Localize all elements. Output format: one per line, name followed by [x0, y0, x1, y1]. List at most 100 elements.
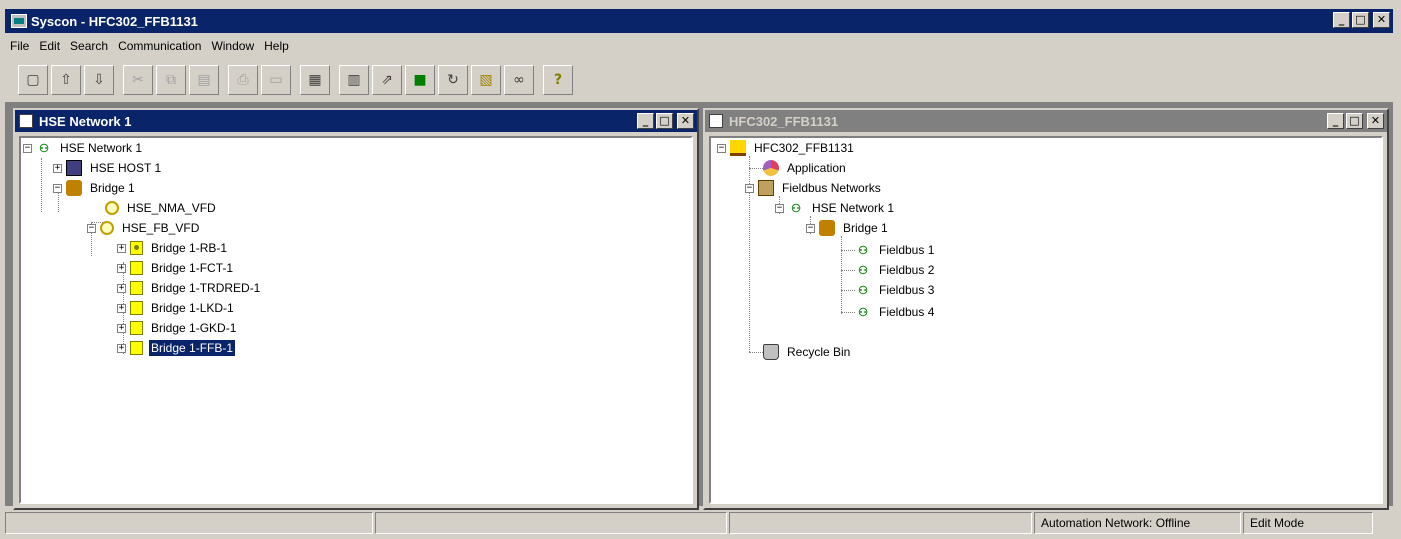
- maximize-icon[interactable]: □: [1352, 12, 1369, 28]
- mdi-area: HSE Network 1 _ □ ✕ − ⚇ HSE Network 1 +: [5, 102, 1393, 510]
- hfc302-tree[interactable]: − HFC302_FFB1131 Application − Fieldbus …: [709, 136, 1383, 504]
- hse-network-window: HSE Network 1 _ □ ✕ − ⚇ HSE Network 1 +: [13, 108, 699, 510]
- tree-item[interactable]: Application: [763, 158, 848, 178]
- tree-item[interactable]: − ⚇ HSE Network 1: [775, 198, 896, 218]
- cut-icon: ✂: [132, 72, 144, 88]
- online-icon: ■: [413, 72, 427, 88]
- close-icon[interactable]: ✕: [1367, 113, 1384, 129]
- collapse-icon[interactable]: −: [23, 143, 32, 153]
- collapse-icon[interactable]: −: [775, 203, 784, 213]
- expand-icon[interactable]: +: [117, 283, 126, 293]
- menu-search[interactable]: Search: [65, 39, 113, 53]
- paste-button[interactable]: ▤: [189, 65, 219, 95]
- hfc302-window-controls: _ □ ✕: [1327, 113, 1384, 129]
- save-button[interactable]: ⇩: [84, 65, 114, 95]
- tree-item[interactable]: − ⚇ HSE Network 1: [23, 138, 144, 158]
- menu-window[interactable]: Window: [206, 39, 259, 53]
- network-icon: ⚇: [858, 306, 868, 319]
- tree-item[interactable]: + Bridge 1-GKD-1: [117, 318, 238, 338]
- hse-network-titlebar[interactable]: HSE Network 1 _ □ ✕: [15, 110, 697, 132]
- tree-item[interactable]: + Bridge 1-RB-1: [117, 238, 229, 258]
- tree-item[interactable]: + Bridge 1-LKD-1: [117, 298, 236, 318]
- tree-item[interactable]: ⚇ Fieldbus 1: [855, 240, 936, 260]
- tree-item[interactable]: − HFC302_FFB1131: [717, 138, 856, 158]
- tree-item[interactable]: HSE_NMA_VFD: [105, 198, 218, 218]
- expand-icon[interactable]: +: [53, 163, 62, 173]
- tree-item[interactable]: ⚇ Fieldbus 3: [855, 280, 936, 300]
- tree-item[interactable]: + Bridge 1-FCT-1: [117, 258, 235, 278]
- status-bar: Automation Network: Offline Edit Mode: [5, 512, 1393, 536]
- close-icon[interactable]: ✕: [1373, 12, 1390, 28]
- new-button[interactable]: ▢: [18, 65, 48, 95]
- function-block-icon: [130, 281, 143, 295]
- network-icon: ⚇: [858, 264, 868, 277]
- application-icon: [763, 160, 779, 176]
- tree-item[interactable]: − HSE_FB_VFD: [87, 218, 201, 238]
- recycle-bin-icon: [763, 344, 779, 360]
- minimize-icon[interactable]: _: [637, 113, 654, 129]
- tree-item[interactable]: + Bridge 1-TRDRED-1: [117, 278, 262, 298]
- collapse-icon[interactable]: −: [745, 183, 754, 193]
- expand-icon[interactable]: +: [117, 263, 126, 273]
- toolbar: ▢ ⇧ ⇩ ✂ ⧉ ▤ ⎙ ▭ ▦ ▥ ⇗ ■ ↻ ▧ ∞ ?: [18, 64, 573, 96]
- app-titlebar[interactable]: Syscon - HFC302_FFB1131 _ □ ✕: [5, 9, 1393, 33]
- collapse-icon[interactable]: −: [806, 223, 815, 233]
- network-icon: ⚇: [858, 244, 868, 257]
- document-icon: [709, 114, 723, 128]
- preview-button[interactable]: ▭: [261, 65, 291, 95]
- copy-button[interactable]: ⧉: [156, 65, 186, 95]
- help-button[interactable]: ?: [543, 65, 573, 95]
- status-pane: [375, 512, 727, 534]
- script-button[interactable]: ▧: [471, 65, 501, 95]
- expand-icon[interactable]: +: [117, 343, 126, 353]
- menu-file[interactable]: File: [5, 39, 34, 53]
- open-icon: ⇧: [60, 72, 72, 88]
- properties-button[interactable]: ▦: [300, 65, 330, 95]
- tree-item[interactable]: − Bridge 1: [806, 218, 890, 238]
- vfd-icon: [100, 221, 114, 235]
- collapse-icon[interactable]: −: [53, 183, 62, 193]
- close-icon[interactable]: ✕: [677, 113, 694, 129]
- tree-item[interactable]: − Bridge 1: [53, 178, 137, 198]
- bridge-icon: [66, 180, 82, 196]
- export-button[interactable]: ⇗: [372, 65, 402, 95]
- expand-icon[interactable]: +: [117, 243, 126, 253]
- open-button[interactable]: ⇧: [51, 65, 81, 95]
- help-icon: ?: [553, 72, 563, 88]
- preview-icon: ▭: [269, 72, 283, 88]
- network-icon: ⚇: [39, 142, 49, 155]
- watch-icon: ∞: [513, 72, 525, 88]
- cut-button[interactable]: ✂: [123, 65, 153, 95]
- tree-item[interactable]: ⚇ Fieldbus 4: [855, 302, 936, 322]
- hfc302-titlebar[interactable]: HFC302_FFB1131 _ □ ✕: [705, 110, 1387, 132]
- tree-item[interactable]: + HSE HOST 1: [53, 158, 163, 178]
- minimize-icon[interactable]: _: [1333, 12, 1350, 28]
- menu-communication[interactable]: Communication: [113, 39, 206, 53]
- menu-help[interactable]: Help: [259, 39, 294, 53]
- attributes-button[interactable]: ▥: [339, 65, 369, 95]
- tree-item[interactable]: − Fieldbus Networks: [745, 178, 883, 198]
- collapse-icon[interactable]: −: [717, 143, 726, 153]
- maximize-icon[interactable]: □: [656, 113, 673, 129]
- minimize-icon[interactable]: _: [1327, 113, 1344, 129]
- watch-button[interactable]: ∞: [504, 65, 534, 95]
- tree-item-selected[interactable]: + Bridge 1-FFB-1: [117, 338, 237, 358]
- print-button[interactable]: ⎙: [228, 65, 258, 95]
- status-pane: [5, 512, 373, 534]
- save-icon: ⇩: [93, 72, 105, 88]
- hfc302-title: HFC302_FFB1131: [729, 113, 839, 129]
- collapse-icon[interactable]: −: [87, 223, 96, 233]
- tree-item[interactable]: ⚇ Fieldbus 2: [855, 260, 936, 280]
- refresh-button[interactable]: ↻: [438, 65, 468, 95]
- app-icon[interactable]: [11, 14, 27, 28]
- expand-icon[interactable]: +: [117, 323, 126, 333]
- maximize-icon[interactable]: □: [1346, 113, 1363, 129]
- tree-item[interactable]: Recycle Bin: [763, 342, 852, 362]
- print-icon: ⎙: [237, 72, 249, 88]
- online-button[interactable]: ■: [405, 65, 435, 95]
- status-pane: [729, 512, 1032, 534]
- function-block-icon: [130, 301, 143, 315]
- hse-network-tree[interactable]: − ⚇ HSE Network 1 + HSE HOST 1 − Bridge …: [19, 136, 693, 504]
- menu-edit[interactable]: Edit: [34, 39, 65, 53]
- expand-icon[interactable]: +: [117, 303, 126, 313]
